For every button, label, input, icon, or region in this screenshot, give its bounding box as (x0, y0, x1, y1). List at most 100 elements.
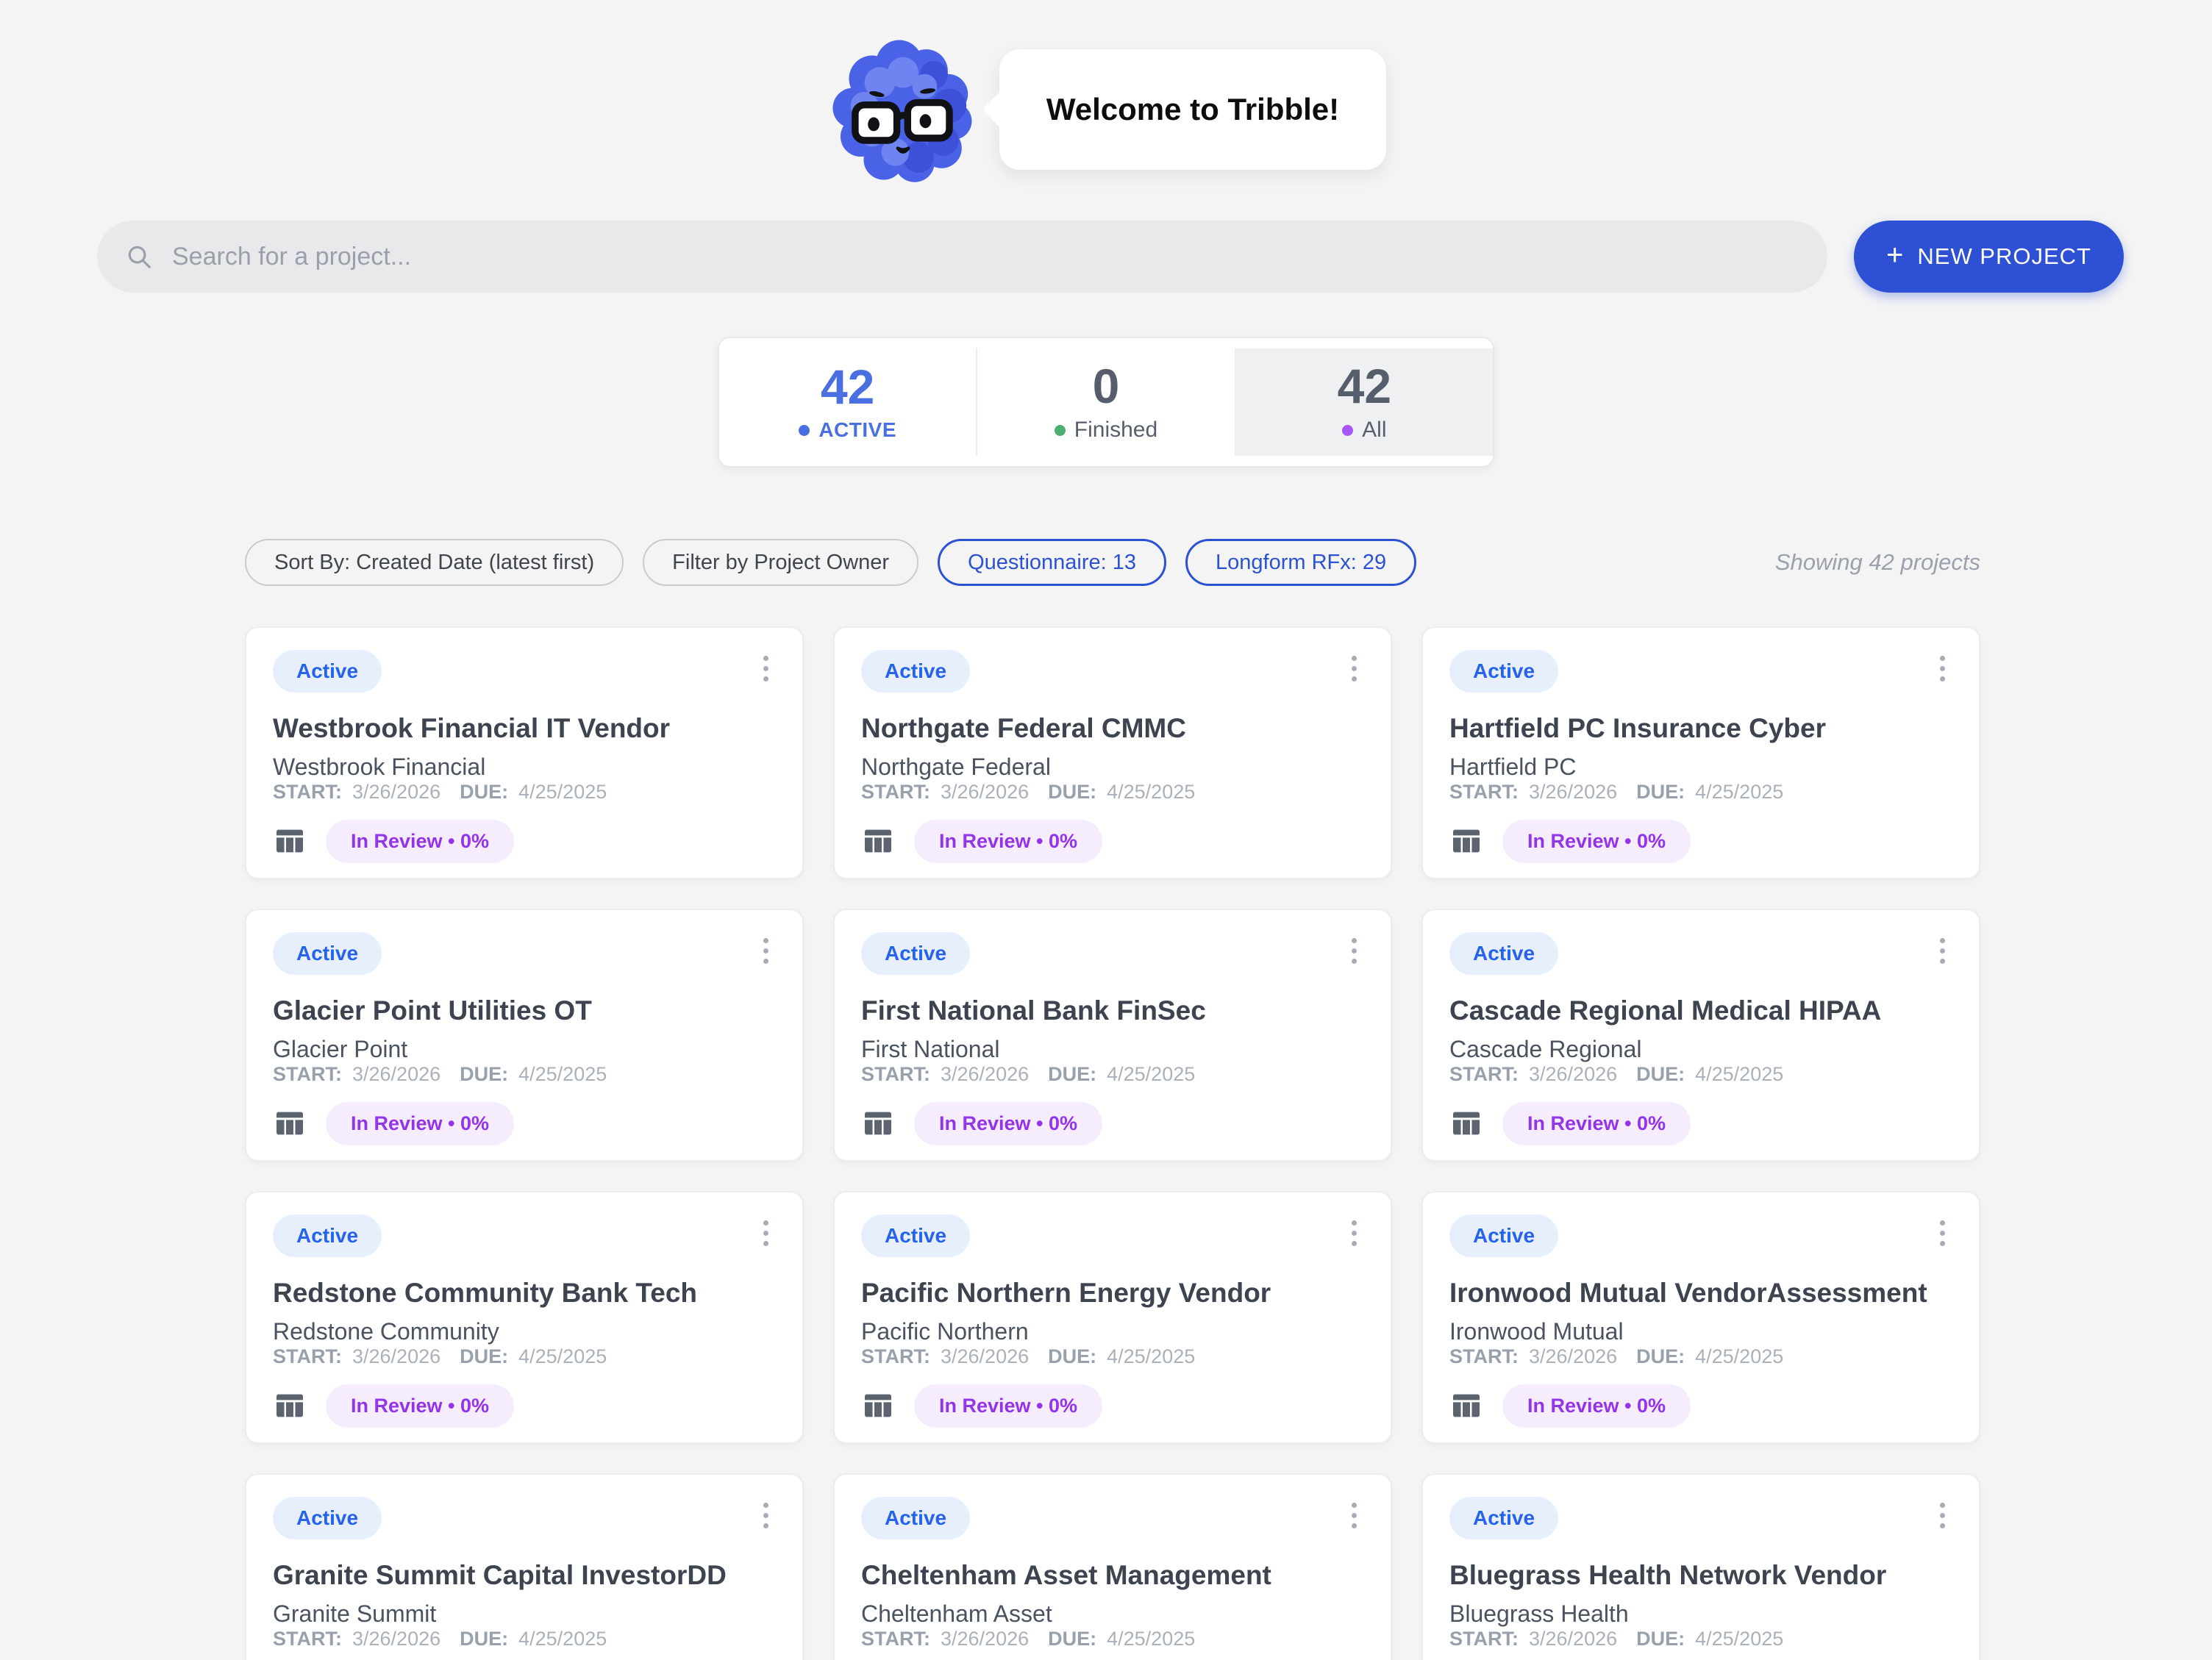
project-owner: Bluegrass Health (1449, 1600, 1952, 1628)
project-dates: START: 3/26/2026 DUE: 4/25/2025 (273, 1628, 776, 1650)
status-badge: Active (273, 1214, 382, 1257)
project-card[interactable]: Active Granite Summit Capital InvestorDD… (245, 1473, 804, 1660)
project-card[interactable]: Active Cascade Regional Medical HIPAA Ca… (1421, 909, 1980, 1162)
project-title: Ironwood Mutual VendorAssessment (1449, 1278, 1952, 1309)
active-dot-icon (799, 425, 810, 436)
kebab-menu-icon[interactable] (1344, 932, 1364, 970)
due-label: DUE: (1636, 1345, 1685, 1368)
due-date: 4/25/2025 (1695, 781, 1783, 804)
project-owner: Granite Summit (273, 1600, 776, 1628)
kebab-menu-icon[interactable] (1933, 650, 1952, 687)
start-label: START: (1449, 1063, 1519, 1086)
project-card[interactable]: Active Westbrook Financial IT Vendor Wes… (245, 626, 804, 879)
project-owner: Ironwood Mutual (1449, 1318, 1952, 1345)
project-owner: Hartfield PC (1449, 754, 1952, 781)
project-title: Glacier Point Utilities OT (273, 995, 776, 1027)
project-dates: START: 3/26/2026 DUE: 4/25/2025 (1449, 1345, 1952, 1368)
status-badge: Active (861, 1214, 970, 1257)
project-owner: Redstone Community (273, 1318, 776, 1345)
kebab-menu-icon[interactable] (1933, 1214, 1952, 1252)
start-date: 3/26/2026 (941, 1628, 1029, 1650)
table-icon (1449, 1389, 1483, 1423)
project-owner: Westbrook Financial (273, 754, 776, 781)
table-icon (861, 1389, 895, 1423)
new-project-button[interactable]: + NEW PROJECT (1854, 221, 2124, 293)
progress-badge: In Review • 0% (914, 1384, 1102, 1428)
project-card[interactable]: Active Cheltenham Asset Management Chelt… (833, 1473, 1392, 1660)
due-date: 4/25/2025 (518, 1345, 607, 1368)
table-icon (861, 824, 895, 858)
active-count: 42 (821, 362, 874, 411)
new-project-label: NEW PROJECT (1917, 243, 2091, 270)
project-dates: START: 3/26/2026 DUE: 4/25/2025 (861, 1628, 1364, 1650)
start-label: START: (273, 781, 342, 804)
kebab-menu-icon[interactable] (1933, 1497, 1952, 1534)
project-card[interactable]: Active Redstone Community Bank Tech Reds… (245, 1191, 804, 1444)
project-card[interactable]: Active Glacier Point Utilities OT Glacie… (245, 909, 804, 1162)
kebab-menu-icon[interactable] (756, 932, 776, 970)
project-card[interactable]: Active Bluegrass Health Network Vendor B… (1421, 1473, 1980, 1660)
due-label: DUE: (460, 1063, 508, 1086)
project-title: Cascade Regional Medical HIPAA (1449, 995, 1952, 1027)
project-owner: Northgate Federal (861, 754, 1364, 781)
table-icon (1449, 1106, 1483, 1140)
project-dates: START: 3/26/2026 DUE: 4/25/2025 (1449, 781, 1952, 804)
due-date: 4/25/2025 (518, 1628, 607, 1650)
start-date: 3/26/2026 (352, 1628, 440, 1650)
kebab-menu-icon[interactable] (756, 1214, 776, 1252)
kebab-menu-icon[interactable] (1344, 1214, 1364, 1252)
start-label: START: (273, 1063, 342, 1086)
finished-count: 0 (1093, 362, 1120, 410)
project-dates: START: 3/26/2026 DUE: 4/25/2025 (861, 1345, 1364, 1368)
welcome-text: Welcome to Tribble! (1046, 92, 1339, 126)
start-label: START: (861, 1628, 930, 1650)
project-owner: Cascade Regional (1449, 1036, 1952, 1063)
table-icon (273, 824, 307, 858)
due-date: 4/25/2025 (518, 1063, 607, 1086)
due-date: 4/25/2025 (1107, 1628, 1195, 1650)
stat-active[interactable]: 42 ACTIVE (719, 348, 976, 456)
due-label: DUE: (460, 1345, 508, 1368)
project-card[interactable]: Active Pacific Northern Energy Vendor Pa… (833, 1191, 1392, 1444)
kebab-menu-icon[interactable] (1344, 1497, 1364, 1534)
welcome-speech-bubble: Welcome to Tribble! (999, 49, 1386, 170)
search-box[interactable] (97, 221, 1827, 293)
project-title: Pacific Northern Energy Vendor (861, 1278, 1364, 1309)
due-label: DUE: (1048, 1063, 1096, 1086)
start-label: START: (1449, 781, 1519, 804)
project-dates: START: 3/26/2026 DUE: 4/25/2025 (273, 1345, 776, 1368)
kebab-menu-icon[interactable] (1344, 650, 1364, 687)
filter-owner-chip[interactable]: Filter by Project Owner (643, 539, 918, 586)
project-card[interactable]: Active Hartfield PC Insurance Cyber Hart… (1421, 626, 1980, 879)
due-label: DUE: (1048, 1628, 1096, 1650)
kebab-menu-icon[interactable] (756, 1497, 776, 1534)
questionnaire-chip[interactable]: Questionnaire: 13 (938, 539, 1166, 586)
start-date: 3/26/2026 (941, 1345, 1029, 1368)
due-date: 4/25/2025 (1107, 1345, 1195, 1368)
kebab-menu-icon[interactable] (1933, 932, 1952, 970)
status-badge: Active (273, 1497, 382, 1539)
status-badge: Active (861, 1497, 970, 1539)
due-label: DUE: (1636, 1063, 1685, 1086)
project-card[interactable]: Active First National Bank FinSec First … (833, 909, 1392, 1162)
sort-by-chip[interactable]: Sort By: Created Date (latest first) (245, 539, 624, 586)
kebab-menu-icon[interactable] (756, 650, 776, 687)
start-date: 3/26/2026 (1529, 1628, 1617, 1650)
longform-rfx-chip[interactable]: Longform RFx: 29 (1185, 539, 1416, 586)
start-label: START: (273, 1628, 342, 1650)
progress-badge: In Review • 0% (1502, 1384, 1691, 1428)
search-input[interactable] (153, 243, 1813, 271)
due-date: 4/25/2025 (1107, 781, 1195, 804)
start-date: 3/26/2026 (941, 1063, 1029, 1086)
start-date: 3/26/2026 (1529, 1063, 1617, 1086)
stat-all[interactable]: 42 All (1235, 348, 1493, 456)
table-icon (273, 1389, 307, 1423)
finished-dot-icon (1055, 425, 1066, 436)
stat-finished[interactable]: 0 Finished (976, 348, 1234, 456)
due-label: DUE: (1636, 1628, 1685, 1650)
project-title: Northgate Federal CMMC (861, 713, 1364, 745)
finished-label: Finished (1074, 418, 1157, 443)
project-card[interactable]: Active Northgate Federal CMMC Northgate … (833, 626, 1392, 879)
project-card[interactable]: Active Ironwood Mutual VendorAssessment … (1421, 1191, 1980, 1444)
due-label: DUE: (1636, 781, 1685, 804)
